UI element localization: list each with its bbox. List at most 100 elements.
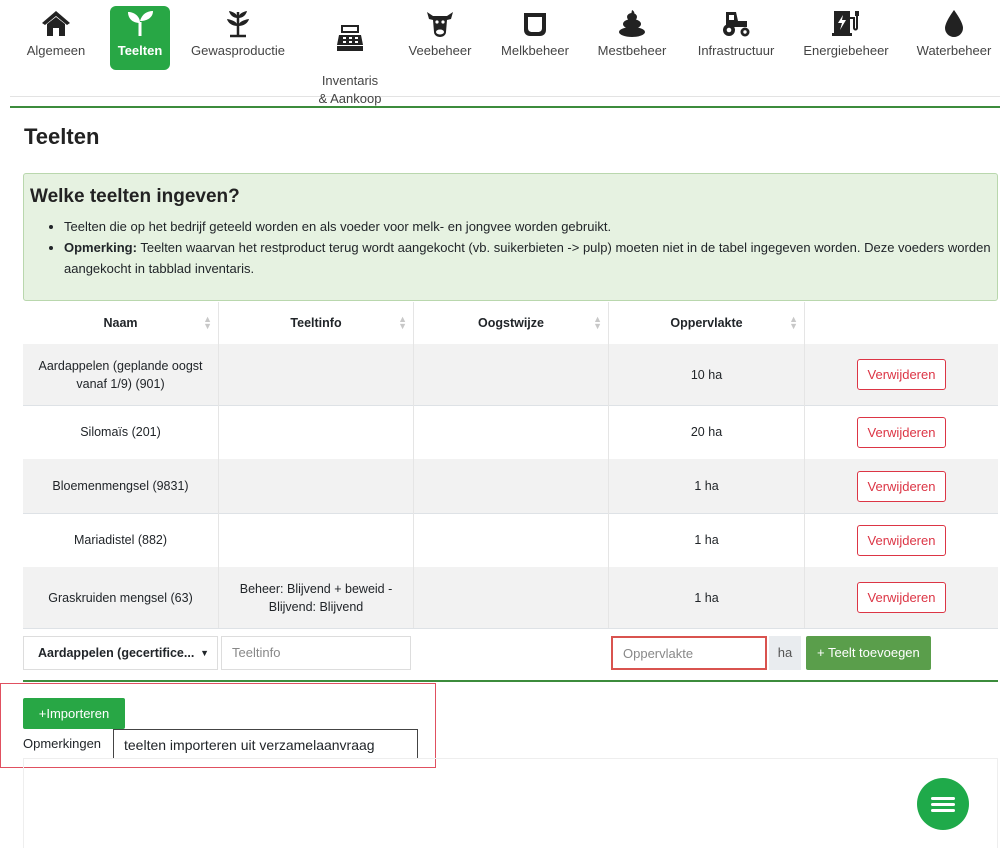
alert-bullet-text: Teelten waarvan het restproduct terug wo… xyxy=(64,240,991,276)
charging-station-icon xyxy=(832,11,859,36)
column-header-actions xyxy=(805,302,998,344)
cell-actions: Verwijderen xyxy=(805,567,998,628)
nav-label: Waterbeheer xyxy=(916,43,992,58)
section-divider xyxy=(10,106,1000,108)
teeltinfo-input[interactable]: Teeltinfo xyxy=(221,636,411,670)
cell-actions: Verwijderen xyxy=(805,513,998,567)
column-header-naam[interactable]: Naam ▲ ▼ xyxy=(23,302,219,344)
nav-label: Energiebeheer xyxy=(803,43,889,58)
cell-naam: Graskruiden mengsel (63) xyxy=(23,567,219,628)
add-crop-button[interactable]: + Teelt toevoegen xyxy=(806,636,931,670)
nav-item-veebeheer[interactable]: Veebeheer xyxy=(402,6,478,60)
crop-select-value: Aardappelen (gecertifice... xyxy=(38,646,195,660)
cell-teeltinfo: Beheer: Blijvend + beweid - Blijvend: Bl… xyxy=(219,567,414,628)
menu-icon xyxy=(931,809,955,812)
nav-item-melkbeheer[interactable]: Melkbeheer xyxy=(492,6,578,60)
table-row: Aardappelen (geplande oogst vanaf 1/9) (… xyxy=(23,344,998,406)
table-row: Silomaïs (201) 20 ha Verwijderen xyxy=(23,405,998,460)
cell-teeltinfo xyxy=(219,405,414,459)
cell-oogstwijze xyxy=(414,513,609,567)
area-input[interactable]: Oppervlakte xyxy=(611,636,767,670)
nav-item-infrastructuur[interactable]: Infrastructuur xyxy=(688,6,784,60)
top-navigation: Algemeen Teelten Gewasproductie Inventar… xyxy=(10,0,1000,106)
table-header: Naam ▲ ▼ Teeltinfo ▲ ▼ Oogstwijze ▲ ▼ Opper… xyxy=(23,302,998,345)
column-header-label: Oppervlakte xyxy=(670,316,743,330)
sprout-icon xyxy=(128,11,153,36)
plant-icon xyxy=(227,11,249,38)
cell-naam: Aardappelen (geplande oogst vanaf 1/9) (… xyxy=(23,344,219,405)
nav-item-teelten[interactable]: Teelten xyxy=(110,6,170,70)
cash-register-icon xyxy=(337,25,363,51)
delete-button[interactable]: Verwijderen xyxy=(856,359,947,390)
delete-button[interactable]: Verwijderen xyxy=(856,416,947,448)
column-header-label: Oogstwijze xyxy=(478,316,544,330)
cell-oogstwijze xyxy=(414,459,609,513)
cell-naam: Bloemenmengsel (9831) xyxy=(23,459,219,513)
cell-naam: Mariadistel (882) xyxy=(23,513,219,567)
sort-icon: ▲ ▼ xyxy=(203,314,212,331)
import-button[interactable]: +Importeren xyxy=(23,698,125,729)
info-alert: Welke teelten ingeven? Teelten die op he… xyxy=(23,173,998,301)
menu-icon xyxy=(931,797,955,800)
home-icon xyxy=(42,11,70,36)
cow-icon xyxy=(427,12,453,37)
nav-item-algemeen[interactable]: Algemeen xyxy=(24,6,88,60)
nav-label: Gewasproductie xyxy=(191,43,285,58)
column-header-label: Teeltinfo xyxy=(290,316,342,330)
nav-item-waterbeheer[interactable]: Waterbeheer xyxy=(908,6,1000,60)
nav-label: Mestbeheer xyxy=(597,43,667,58)
unit-addon: ha xyxy=(769,636,801,670)
cell-oppervlakte: 20 ha xyxy=(609,405,805,459)
cell-oogstwijze xyxy=(414,405,609,459)
nav-label: Melkbeheer xyxy=(501,43,569,58)
column-header-oppervlakte[interactable]: Oppervlakte ▲ ▼ xyxy=(609,302,805,344)
nav-label: Algemeen xyxy=(26,43,86,58)
cell-actions: Verwijderen xyxy=(805,344,998,405)
nav-item-gewasproductie[interactable]: Gewasproductie xyxy=(186,6,290,60)
delete-button[interactable]: Verwijderen xyxy=(856,582,947,613)
nav-item-mestbeheer[interactable]: Mestbeheer xyxy=(590,6,674,60)
sort-icon: ▲ ▼ xyxy=(593,314,602,331)
crop-select[interactable]: Aardappelen (gecertifice... ▼ xyxy=(23,636,218,670)
table-row: Bloemenmengsel (9831) 1 ha Verwijderen xyxy=(23,459,998,514)
delete-button[interactable]: Verwijderen xyxy=(856,524,947,556)
delete-button[interactable]: Verwijderen xyxy=(856,470,947,502)
water-drop-icon xyxy=(945,10,963,37)
cell-oogstwijze xyxy=(414,567,609,628)
cell-oppervlakte: 10 ha xyxy=(609,344,805,405)
menu-fab-button[interactable] xyxy=(917,778,969,830)
import-tooltip: teelten importeren uit verzamelaanvraag xyxy=(113,729,418,759)
cell-naam: Silomaïs (201) xyxy=(23,405,219,459)
remarks-label: Opmerkingen xyxy=(23,736,102,751)
alert-bullet: Teelten die op het bedrijf geteeld worde… xyxy=(64,216,997,237)
alert-heading: Welke teelten ingeven? xyxy=(30,186,240,207)
bucket-icon xyxy=(524,13,546,36)
cell-actions: Verwijderen xyxy=(805,459,998,513)
nav-label: Infrastructuur xyxy=(697,43,775,58)
menu-icon xyxy=(931,803,955,806)
table-row: Graskruiden mengsel (63) Beheer: Blijven… xyxy=(23,567,998,629)
caret-down-icon: ▼ xyxy=(200,648,209,658)
column-header-label: Naam xyxy=(103,316,138,330)
cell-oppervlakte: 1 ha xyxy=(609,513,805,567)
manure-icon xyxy=(619,10,645,37)
section-divider xyxy=(23,680,998,682)
nav-label: Inventaris & Aankoop xyxy=(318,73,382,106)
cell-actions: Verwijderen xyxy=(805,405,998,459)
sort-icon: ▲ ▼ xyxy=(789,314,798,331)
cell-oppervlakte: 1 ha xyxy=(609,567,805,628)
cell-oogstwijze xyxy=(414,344,609,405)
nav-item-energiebeheer[interactable]: Energiebeheer xyxy=(796,6,896,60)
sort-icon: ▲ ▼ xyxy=(398,314,407,331)
column-header-oogstwijze[interactable]: Oogstwijze ▲ ▼ xyxy=(414,302,609,344)
alert-bullet-strong: Opmerking: xyxy=(64,240,137,255)
column-header-teeltinfo[interactable]: Teeltinfo ▲ ▼ xyxy=(219,302,414,344)
cell-teeltinfo xyxy=(219,459,414,513)
cell-oppervlakte: 1 ha xyxy=(609,459,805,513)
add-crop-form: Aardappelen (gecertifice... ▼ Teeltinfo … xyxy=(23,636,998,674)
nav-label: Teelten xyxy=(117,43,163,58)
cell-teeltinfo xyxy=(219,513,414,567)
tractor-icon xyxy=(723,12,750,37)
cell-teeltinfo xyxy=(219,344,414,405)
remarks-textarea[interactable] xyxy=(23,758,998,848)
